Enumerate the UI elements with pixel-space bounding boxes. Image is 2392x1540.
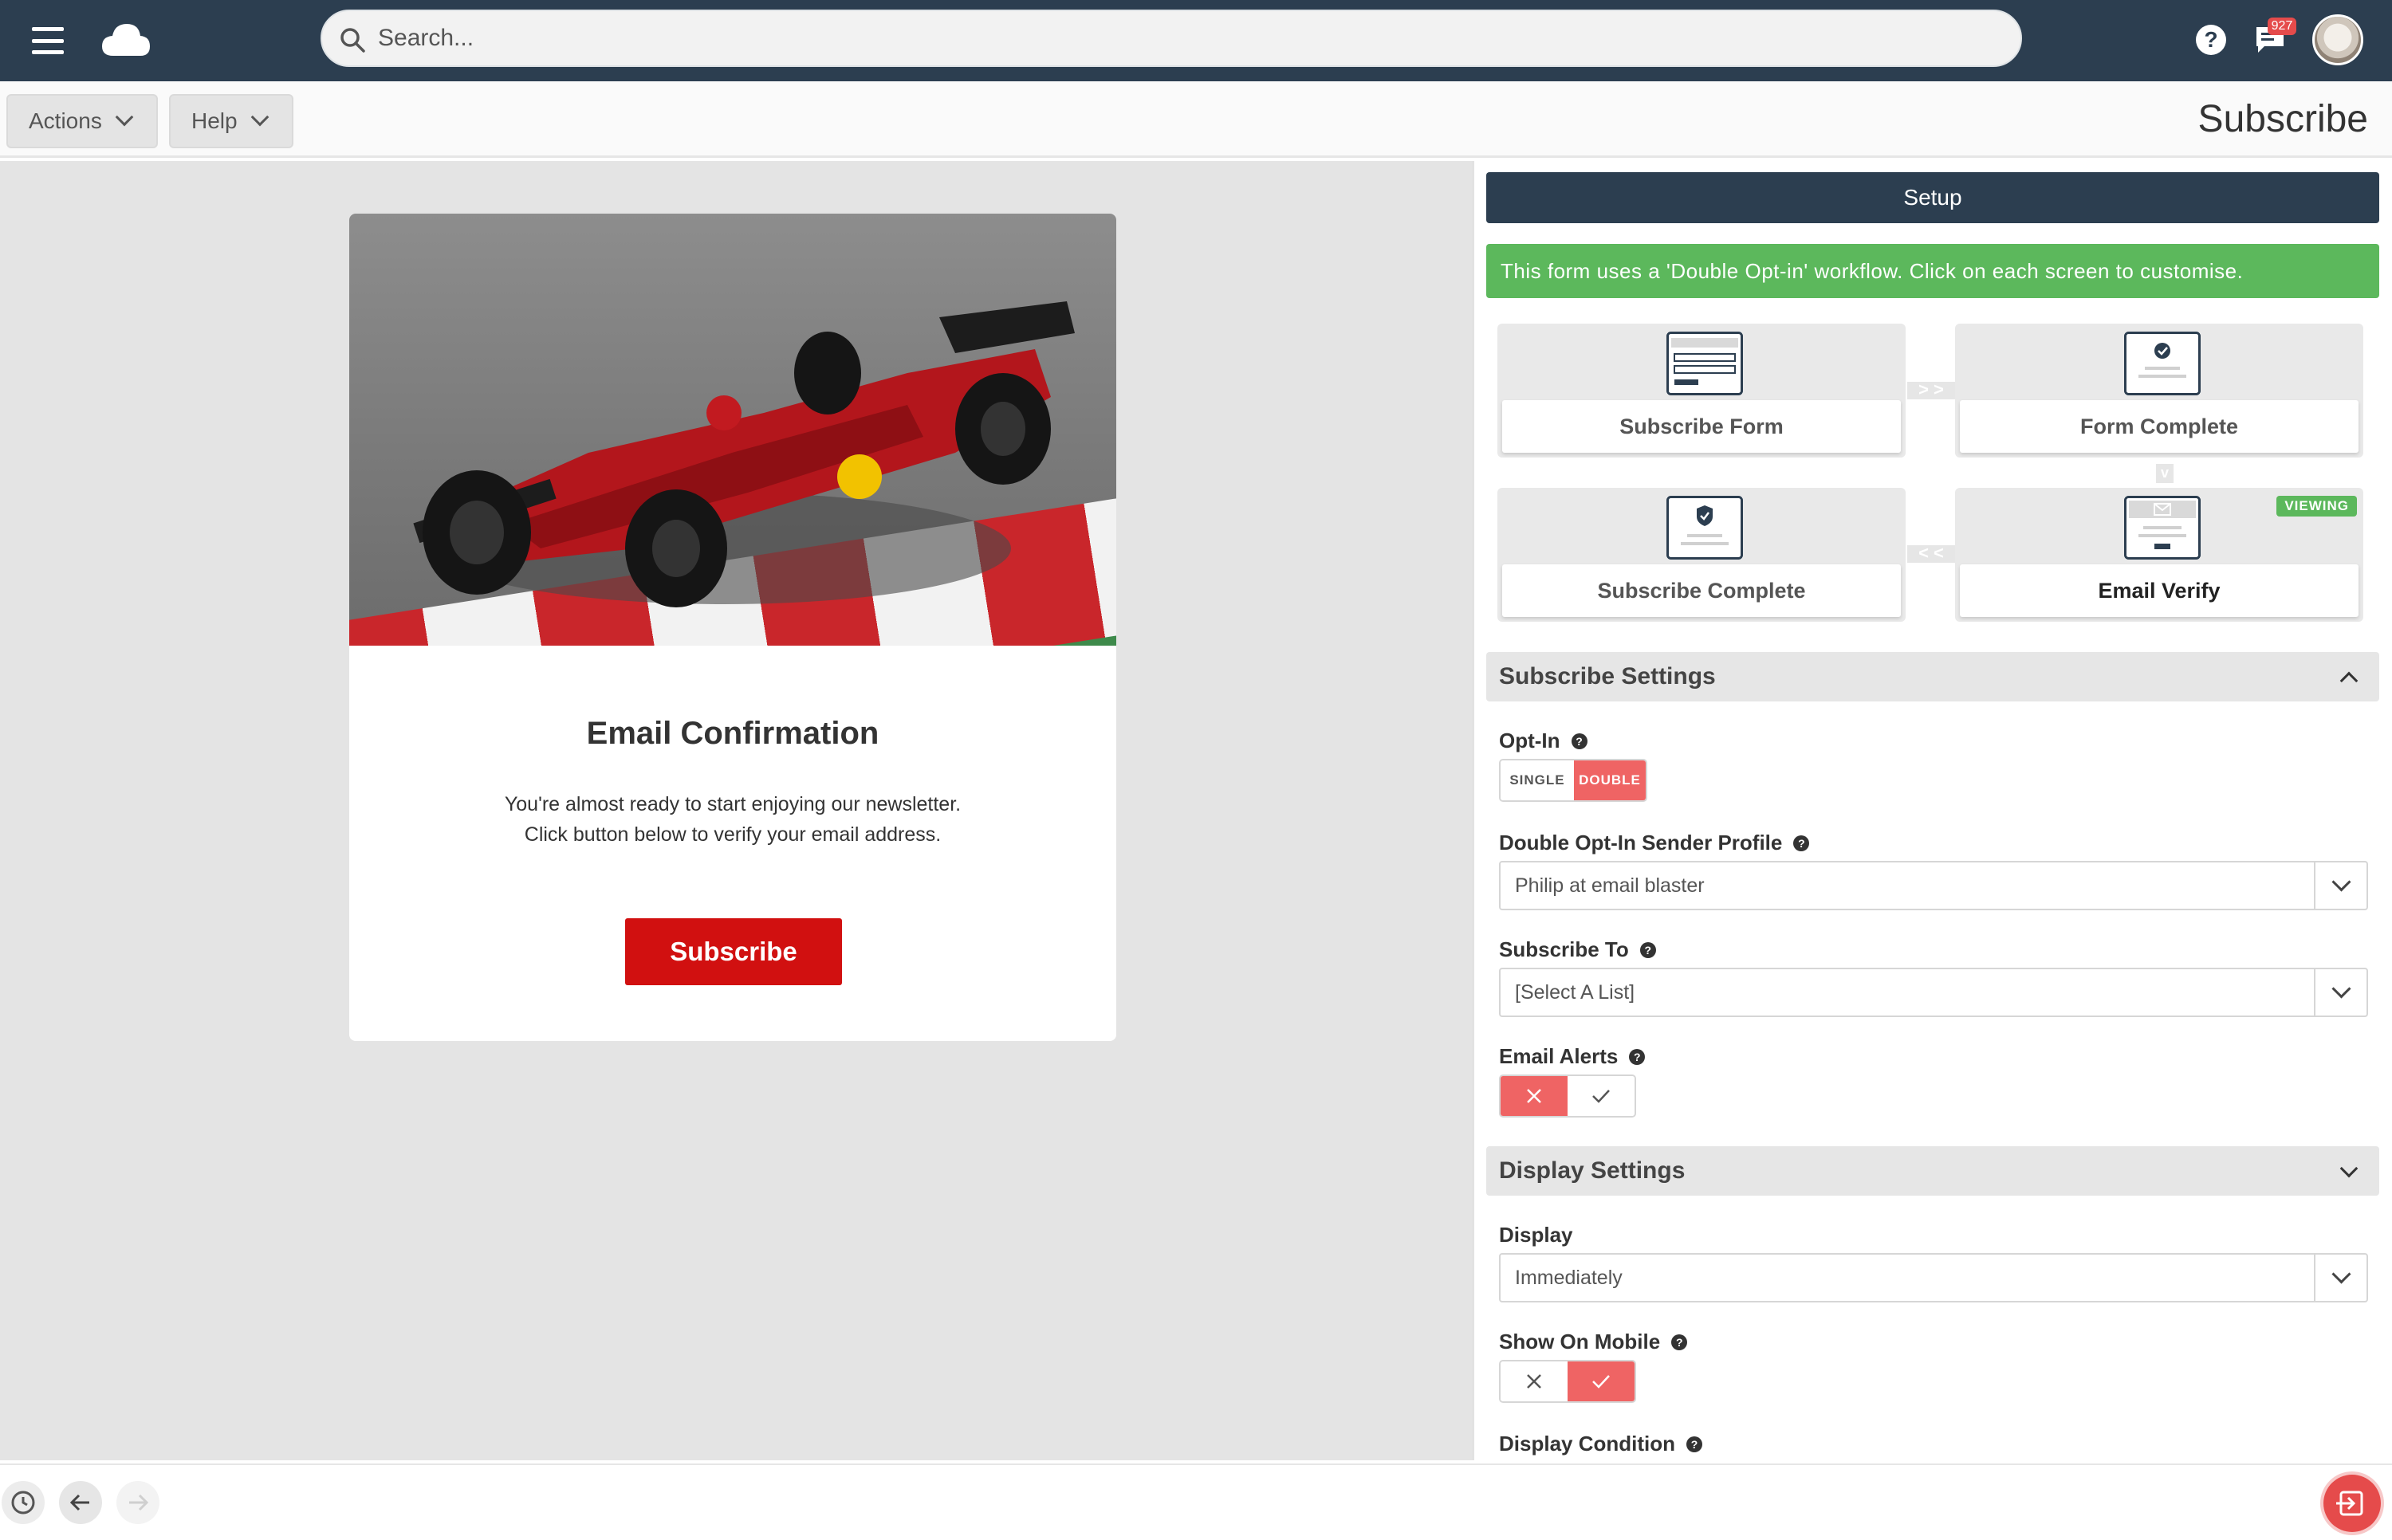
chevron-up-icon bbox=[2339, 671, 2359, 690]
optin-label: Opt-In ? bbox=[1499, 729, 1587, 753]
email-body-line-1: You're almost ready to start enjoying ou… bbox=[504, 793, 962, 815]
help-icon[interactable]: ? bbox=[2196, 25, 2226, 55]
subscribe-to-label: Subscribe To ? bbox=[1499, 937, 1656, 962]
help-icon[interactable]: ? bbox=[1629, 1048, 1646, 1065]
check-icon bbox=[1592, 1090, 1610, 1103]
cloud-icon[interactable] bbox=[100, 21, 151, 59]
display-label: Display bbox=[1499, 1223, 1573, 1247]
optin-double-option[interactable]: DOUBLE bbox=[1574, 760, 1646, 800]
search-bar[interactable] bbox=[321, 10, 2022, 67]
email-body-line-2: Click button below to verify your email … bbox=[524, 823, 942, 846]
chevron-down-icon bbox=[2314, 1255, 2366, 1301]
menu-icon[interactable] bbox=[32, 27, 64, 54]
help-icon[interactable]: ? bbox=[1671, 1334, 1688, 1350]
exit-icon[interactable] bbox=[2323, 1475, 2381, 1532]
help-icon[interactable]: ? bbox=[1639, 941, 1656, 958]
sender-profile-label-text: Double Opt-In Sender Profile bbox=[1499, 831, 1783, 854]
email-preview-card[interactable]: Email Confirmation You're almost ready t… bbox=[349, 214, 1116, 1041]
help-icon[interactable]: ? bbox=[1686, 1436, 1702, 1452]
subscribe-settings-header[interactable]: Subscribe Settings bbox=[1486, 652, 2379, 701]
help-dropdown-button[interactable]: Help bbox=[169, 94, 293, 148]
subscribe-button[interactable]: Subscribe bbox=[625, 918, 842, 985]
actions-label: Actions bbox=[29, 108, 102, 133]
history-icon[interactable] bbox=[2, 1481, 45, 1524]
arrow-right-icon: > > bbox=[1907, 381, 1955, 399]
optin-label-text: Opt-In bbox=[1499, 729, 1560, 752]
preview-canvas: Email Confirmation You're almost ready t… bbox=[0, 161, 1472, 1460]
display-value: Immediately bbox=[1515, 1266, 1623, 1289]
display-condition-label: Display Condition ? bbox=[1499, 1432, 1702, 1456]
workflow-label: Subscribe Complete bbox=[1502, 564, 1901, 617]
toggle-on-option[interactable] bbox=[1568, 1076, 1635, 1116]
display-settings-header[interactable]: Display Settings bbox=[1486, 1146, 2379, 1196]
toggle-off-option[interactable] bbox=[1501, 1076, 1568, 1116]
display-condition-label-text: Display Condition bbox=[1499, 1432, 1675, 1456]
arrow-down-icon: v bbox=[2156, 464, 2174, 483]
email-alerts-label: Email Alerts ? bbox=[1499, 1044, 1646, 1069]
hero-image bbox=[349, 214, 1116, 646]
chevron-down-icon bbox=[2314, 969, 2366, 1016]
actions-dropdown-button[interactable]: Actions bbox=[6, 94, 158, 148]
chevron-down-icon bbox=[2314, 862, 2366, 909]
close-icon bbox=[1527, 1089, 1541, 1103]
sender-profile-value: Philip at email blaster bbox=[1515, 874, 1705, 897]
display-select[interactable]: Immediately bbox=[1499, 1253, 2368, 1302]
show-on-mobile-label: Show On Mobile ? bbox=[1499, 1330, 1688, 1354]
page-title: Subscribe bbox=[2197, 98, 2368, 140]
setup-tab[interactable]: Setup bbox=[1486, 172, 2379, 223]
back-arrow-icon[interactable] bbox=[59, 1481, 102, 1524]
chevron-down-icon bbox=[250, 108, 269, 127]
toggle-off-option[interactable] bbox=[1501, 1361, 1568, 1401]
subscribe-to-label-text: Subscribe To bbox=[1499, 937, 1629, 961]
chevron-down-icon bbox=[2339, 1159, 2359, 1178]
email-body: You're almost ready to start enjoying ou… bbox=[349, 789, 1116, 850]
check-screen-icon bbox=[2124, 332, 2201, 395]
email-alerts-label-text: Email Alerts bbox=[1499, 1044, 1619, 1068]
workflow-label: Email Verify bbox=[1960, 564, 2359, 617]
workflow-subscribe-form[interactable]: Subscribe Form bbox=[1497, 324, 1906, 458]
email-alerts-toggle[interactable] bbox=[1499, 1074, 1636, 1118]
section-title: Display Settings bbox=[1499, 1157, 1686, 1184]
workflow-alert: This form uses a 'Double Opt-in' workflo… bbox=[1486, 244, 2379, 298]
display-label-text: Display bbox=[1499, 1223, 1573, 1247]
subscribe-to-select[interactable]: [Select A List] bbox=[1499, 968, 2368, 1017]
email-screen-icon bbox=[2124, 496, 2201, 560]
toggle-on-option[interactable] bbox=[1568, 1361, 1635, 1401]
workflow-label: Form Complete bbox=[1960, 400, 2359, 453]
subscribe-to-value: [Select A List] bbox=[1515, 980, 1635, 1004]
workflow-label: Subscribe Form bbox=[1502, 400, 1901, 453]
check-icon bbox=[1592, 1375, 1610, 1389]
optin-single-option[interactable]: SINGLE bbox=[1501, 760, 1574, 800]
close-icon bbox=[1527, 1374, 1541, 1389]
toolbar bbox=[0, 81, 2392, 158]
notification-badge: 927 bbox=[2268, 18, 2296, 35]
help-icon[interactable]: ? bbox=[1793, 835, 1810, 851]
search-input[interactable] bbox=[378, 11, 2004, 65]
form-screen-icon bbox=[1666, 332, 1743, 395]
workflow-form-complete[interactable]: Form Complete bbox=[1955, 324, 2363, 458]
help-icon[interactable]: ? bbox=[1571, 733, 1587, 749]
viewing-badge: VIEWING bbox=[2276, 496, 2357, 517]
section-title: Subscribe Settings bbox=[1499, 663, 1716, 689]
forward-arrow-icon[interactable] bbox=[116, 1481, 159, 1524]
chevron-down-icon bbox=[115, 108, 134, 127]
help-label: Help bbox=[191, 108, 238, 133]
sender-profile-select[interactable]: Philip at email blaster bbox=[1499, 861, 2368, 910]
shield-screen-icon bbox=[1666, 496, 1743, 560]
show-on-mobile-label-text: Show On Mobile bbox=[1499, 1330, 1661, 1353]
bottom-toolbar bbox=[0, 1463, 2392, 1540]
search-icon bbox=[340, 28, 365, 53]
avatar[interactable] bbox=[2312, 14, 2363, 65]
show-on-mobile-toggle[interactable] bbox=[1499, 1360, 1636, 1403]
email-title: Email Confirmation bbox=[586, 716, 879, 751]
race-car-illustration bbox=[413, 301, 1075, 607]
arrow-left-icon: < < bbox=[1907, 544, 1955, 563]
workflow-subscribe-complete[interactable]: Subscribe Complete bbox=[1497, 488, 1906, 622]
optin-toggle[interactable]: SINGLE DOUBLE bbox=[1499, 759, 1647, 802]
workflow-email-verify[interactable]: VIEWING Email Verify bbox=[1955, 488, 2363, 622]
sender-profile-label: Double Opt-In Sender Profile ? bbox=[1499, 831, 1810, 855]
